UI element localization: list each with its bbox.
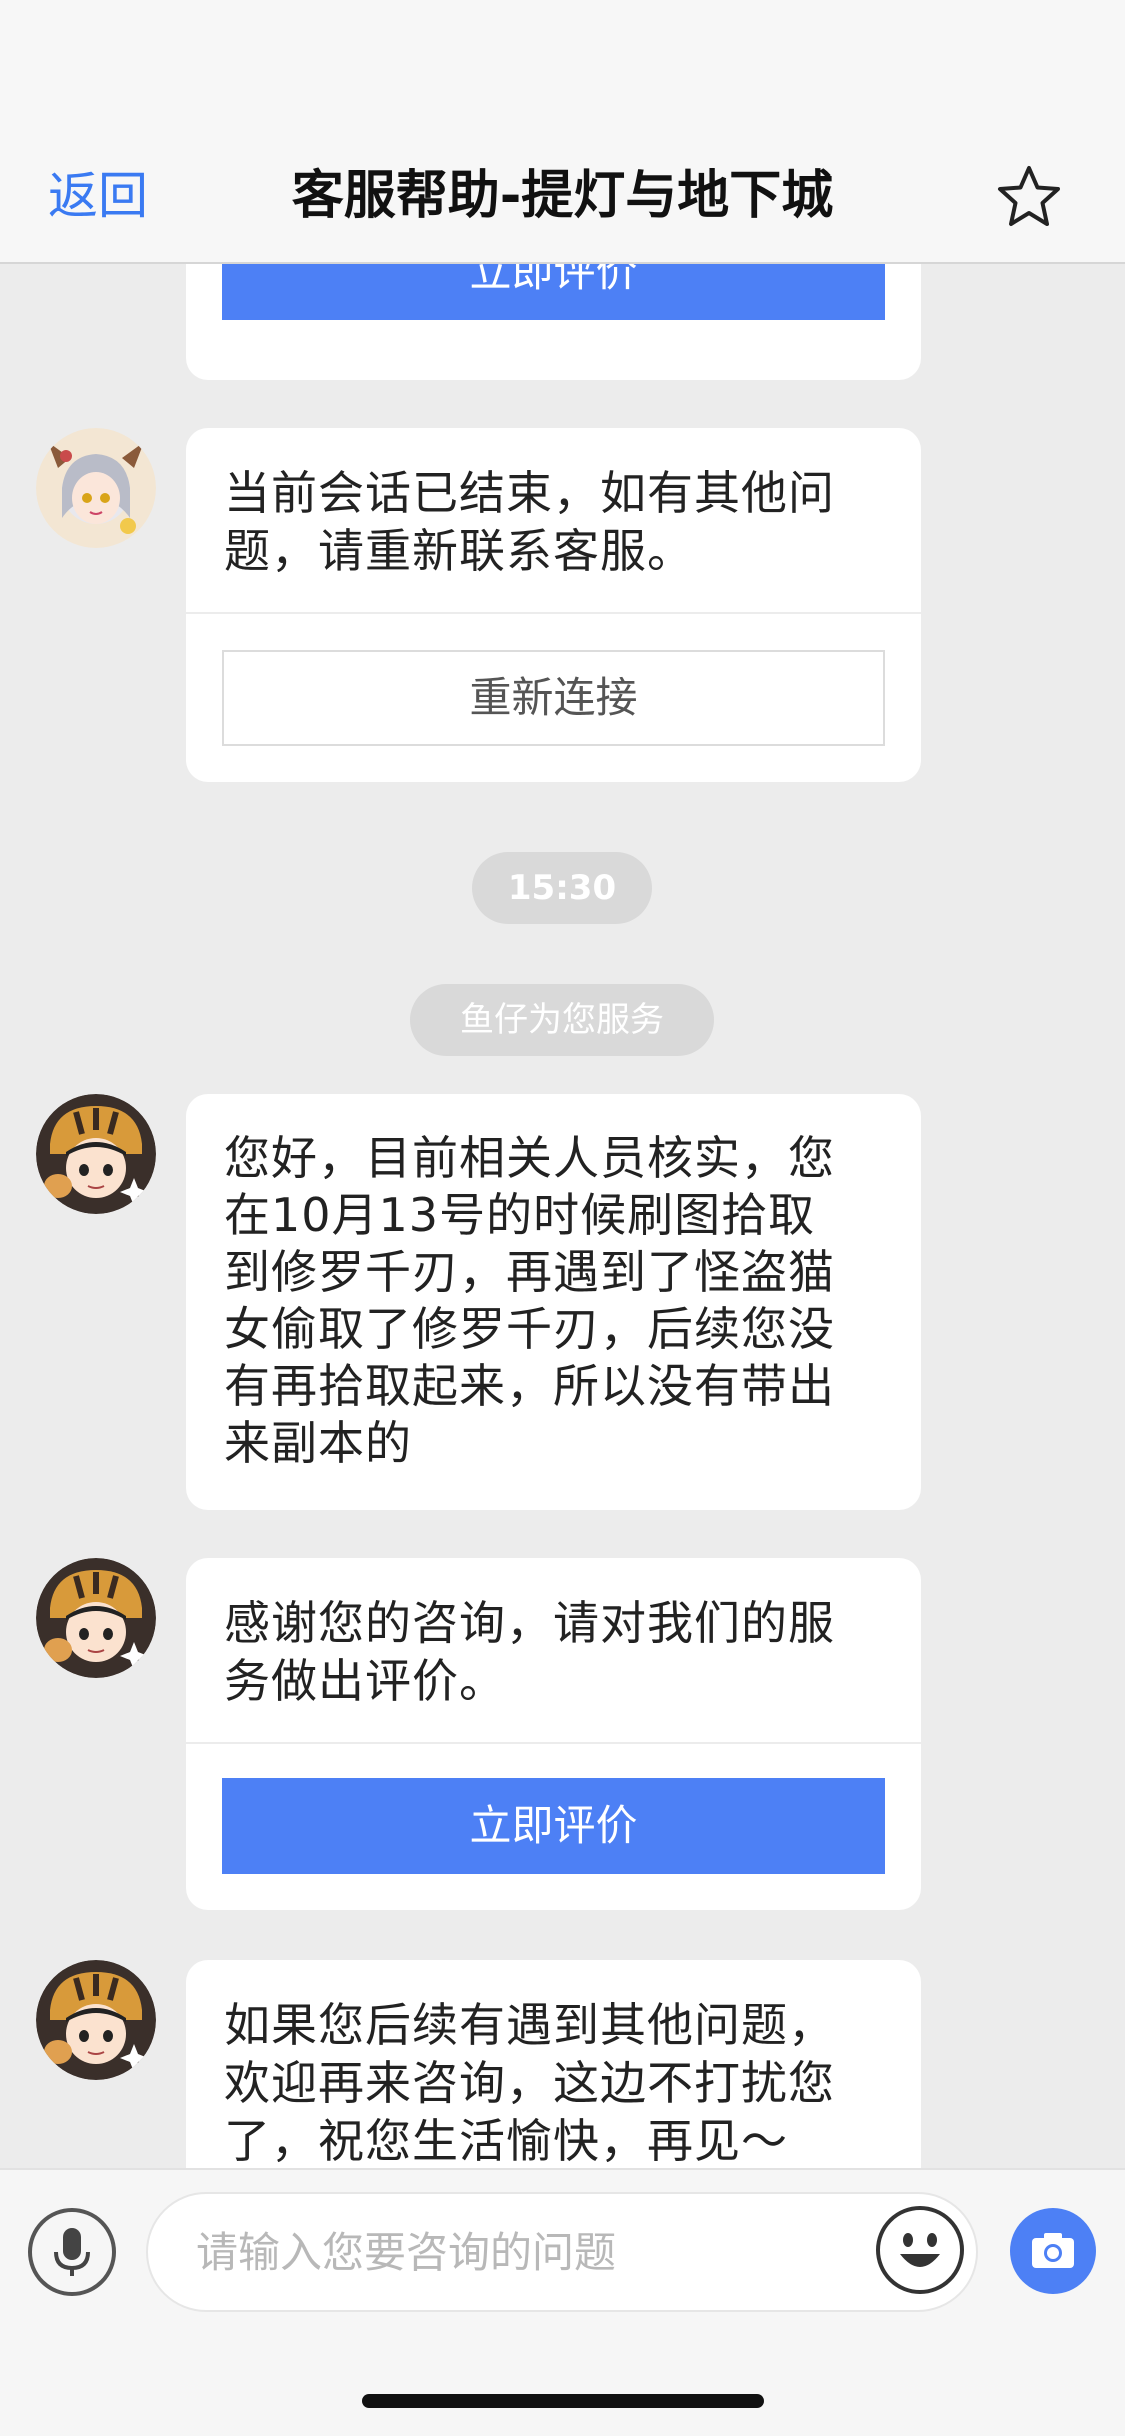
rating-card-partial: 立即评价 xyxy=(186,264,921,380)
nav-header: 返回 客服帮助-提灯与地下城 xyxy=(0,0,1125,264)
agent-notice-pill: 鱼仔为您服务 xyxy=(410,984,714,1056)
star-icon[interactable] xyxy=(996,164,1062,230)
camera-icon[interactable] xyxy=(1010,2208,1096,2294)
agent-avatar-tiger[interactable] xyxy=(36,1960,156,2080)
agent-message-card: 如果您后续有遇到其他问题，欢迎再来咨询，这边不打扰您了，祝您生活愉快，再见～ xyxy=(186,1960,921,2168)
microphone-icon[interactable] xyxy=(28,2208,116,2296)
page-title: 客服帮助-提灯与地下城 xyxy=(291,166,834,226)
reconnect-button[interactable]: 重新连接 xyxy=(222,650,885,746)
emoji-icon[interactable] xyxy=(876,2206,964,2294)
session-ended-card: 当前会话已结束，如有其他问题，请重新联系客服。 重新连接 xyxy=(186,428,921,782)
agent-avatar-girl[interactable] xyxy=(36,428,156,548)
rating-card: 感谢您的咨询，请对我们的服务做出评价。 立即评价 xyxy=(186,1558,921,1910)
message-text: 感谢您的咨询，请对我们的服务做出评价。 xyxy=(224,1596,835,1708)
divider xyxy=(186,1742,921,1744)
rate-now-button[interactable]: 立即评价 xyxy=(222,1778,885,1874)
home-indicator[interactable] xyxy=(362,2394,764,2408)
message-text: 您好，目前相关人员核实，您在10月13号的时候刷图拾取到修罗千刃，再遇到了怪盗猫… xyxy=(224,1131,835,1470)
agent-message-card: 您好，目前相关人员核实，您在10月13号的时候刷图拾取到修罗千刃，再遇到了怪盗猫… xyxy=(186,1094,921,1510)
timestamp-pill: 15:30 xyxy=(472,852,652,924)
input-placeholder: 请输入您要咨询的问题 xyxy=(196,2228,617,2277)
message-text: 如果您后续有遇到其他问题，欢迎再来咨询，这边不打扰您了，祝您生活愉快，再见～ xyxy=(224,1998,835,2168)
divider xyxy=(186,612,921,614)
agent-avatar-tiger[interactable] xyxy=(36,1558,156,1678)
chat-list[interactable]: 立即评价 当前会话已结束，如有其他问题，请重新联系客服。 重新连接 15:30 … xyxy=(0,264,1125,2168)
message-text: 当前会话已结束，如有其他问题，请重新联系客服。 xyxy=(224,466,835,578)
agent-avatar-tiger[interactable] xyxy=(36,1094,156,1214)
rate-now-button[interactable]: 立即评价 xyxy=(222,264,885,320)
question-input[interactable]: 请输入您要咨询的问题 xyxy=(146,2192,978,2312)
